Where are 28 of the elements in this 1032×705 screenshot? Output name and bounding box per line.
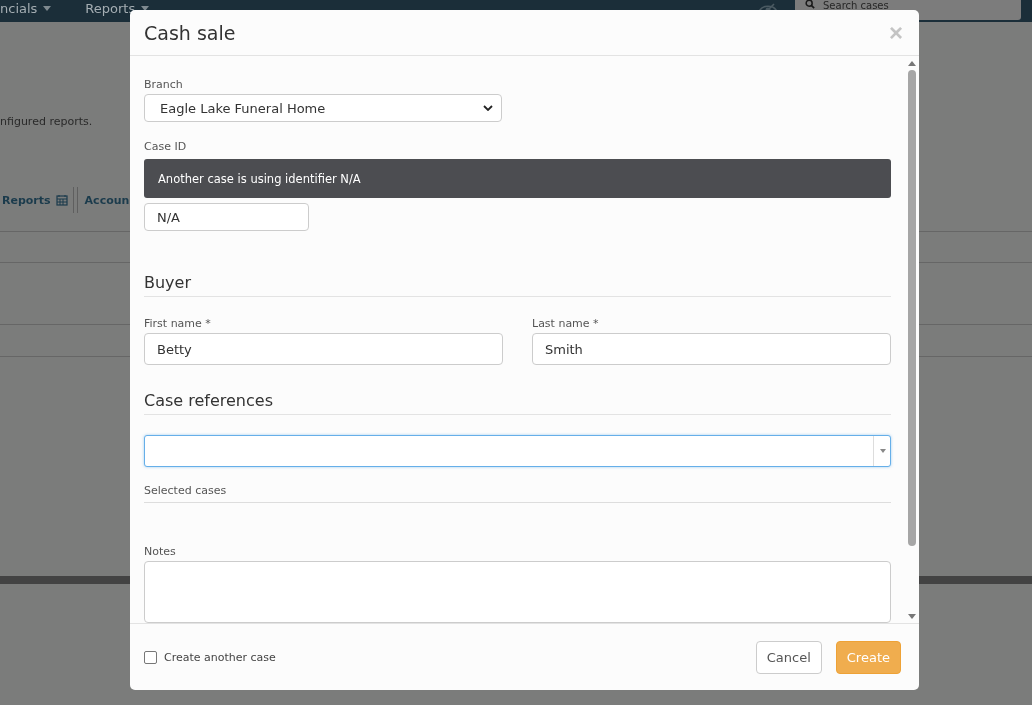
alert-message: Another case is using identifier N/A bbox=[144, 159, 891, 199]
field-label: Notes bbox=[144, 545, 177, 558]
section-heading: Buyer bbox=[144, 273, 891, 298]
checkbox[interactable] bbox=[144, 650, 157, 664]
page-description: nfigured reports. bbox=[0, 115, 93, 128]
scroll-down-icon[interactable] bbox=[908, 614, 916, 619]
last-name-field[interactable]: Smith bbox=[532, 333, 891, 366]
branch-select[interactable]: Eagle Lake Funeral Home bbox=[144, 94, 502, 123]
nav-menu-item[interactable]: Reports bbox=[85, 1, 150, 16]
checkbox-label: Create another case bbox=[164, 650, 276, 664]
nav-menu-item[interactable]: ncials bbox=[0, 1, 52, 16]
case-reference-combobox[interactable] bbox=[144, 435, 891, 468]
section-heading: Case references bbox=[144, 391, 891, 416]
calendar-icon bbox=[55, 194, 68, 206]
field-label: Branch bbox=[144, 78, 184, 91]
dialog-title: Cash sale bbox=[144, 21, 237, 44]
chevron-down-icon bbox=[483, 105, 493, 111]
field-label: Case ID bbox=[144, 140, 188, 154]
caret-icon bbox=[880, 449, 886, 454]
first-name-field[interactable]: Betty bbox=[144, 333, 503, 366]
case-id-field[interactable]: N/A bbox=[144, 203, 309, 232]
notes-field[interactable] bbox=[144, 561, 891, 623]
field-label: First name * bbox=[144, 317, 212, 331]
field-label: Last name * bbox=[532, 317, 600, 331]
caret-icon bbox=[43, 6, 52, 11]
scroll-up-icon[interactable] bbox=[908, 61, 916, 66]
selected-cases-label: Selected cases bbox=[144, 484, 228, 498]
cancel-button[interactable]: Cancel bbox=[755, 640, 822, 674]
